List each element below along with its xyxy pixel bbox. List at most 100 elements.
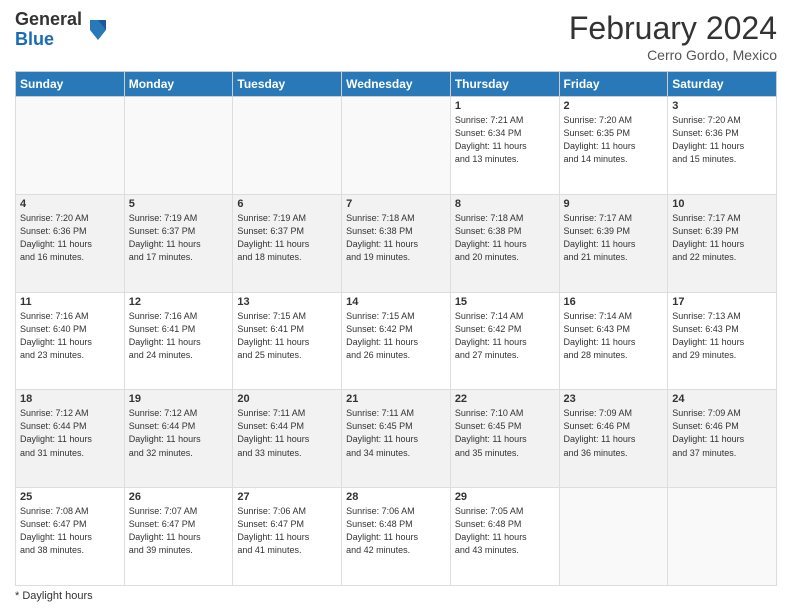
day-number: 17 (672, 296, 772, 308)
day-number: 4 (20, 198, 120, 210)
day-number: 21 (346, 393, 446, 405)
day-number: 29 (455, 491, 555, 503)
day-number: 24 (672, 393, 772, 405)
calendar-cell: 10 Sunrise: 7:17 AM Sunset: 6:39 PM Dayli… (668, 194, 777, 292)
day-info: Sunrise: 7:09 AM Sunset: 6:46 PM Dayligh… (564, 407, 664, 459)
calendar-cell: 8 Sunrise: 7:18 AM Sunset: 6:38 PM Daylig… (450, 194, 559, 292)
calendar-cell: 18Sunrise: 7:12 AM Sunset: 6:44 PM Dayli… (16, 390, 125, 488)
calendar-cell (342, 97, 451, 195)
calendar-cell: 17 Sunrise: 7:13 AM Sunset: 6:43 PM Dayli… (668, 292, 777, 390)
day-info: Sunrise: 7:17 AM Sunset: 6:39 PM Dayligh… (672, 212, 772, 264)
day-number: 9 (564, 198, 664, 210)
calendar-cell: 27Sunrise: 7:06 AM Sunset: 6:47 PM Dayli… (233, 488, 342, 586)
day-number: 7 (346, 198, 446, 210)
logo-general: General (15, 10, 82, 30)
day-info: Sunrise: 7:17 AM Sunset: 6:39 PM Dayligh… (564, 212, 664, 264)
day-info: Sunrise: 7:06 AM Sunset: 6:48 PM Dayligh… (346, 505, 446, 557)
day-info: Sunrise: 7:18 AM Sunset: 6:38 PM Dayligh… (455, 212, 555, 264)
day-info: Sunrise: 7:16 AM Sunset: 6:41 PM Dayligh… (129, 310, 229, 362)
calendar-cell (233, 97, 342, 195)
day-info: Sunrise: 7:14 AM Sunset: 6:43 PM Dayligh… (564, 310, 664, 362)
day-number: 23 (564, 393, 664, 405)
day-info: Sunrise: 7:20 AM Sunset: 6:36 PM Dayligh… (672, 114, 772, 166)
day-number: 20 (237, 393, 337, 405)
calendar-cell: 22 Sunrise: 7:10 AM Sunset: 6:45 PM Dayli… (450, 390, 559, 488)
col-header-saturday: Saturday (668, 72, 777, 97)
footer-note: * Daylight hours (15, 590, 777, 602)
day-number: 13 (237, 296, 337, 308)
footer-note-text: Daylight hours (22, 590, 92, 602)
day-number: 14 (346, 296, 446, 308)
calendar-cell: 26Sunrise: 7:07 AM Sunset: 6:47 PM Dayli… (124, 488, 233, 586)
col-header-wednesday: Wednesday (342, 72, 451, 97)
day-info: Sunrise: 7:12 AM Sunset: 6:44 PM Dayligh… (129, 407, 229, 459)
day-info: Sunrise: 7:10 AM Sunset: 6:45 PM Dayligh… (455, 407, 555, 459)
calendar-cell: 29 Sunrise: 7:05 AM Sunset: 6:48 PM Dayli… (450, 488, 559, 586)
calendar-cell (16, 97, 125, 195)
calendar-cell: 9 Sunrise: 7:17 AM Sunset: 6:39 PM Daylig… (559, 194, 668, 292)
calendar-cell: 5Sunrise: 7:19 AM Sunset: 6:37 PM Daylig… (124, 194, 233, 292)
header: General Blue February 2024 Cerro Gordo, … (15, 10, 777, 63)
col-header-thursday: Thursday (450, 72, 559, 97)
logo-icon (86, 16, 110, 44)
day-number: 3 (672, 100, 772, 112)
day-info: Sunrise: 7:19 AM Sunset: 6:37 PM Dayligh… (237, 212, 337, 264)
day-number: 8 (455, 198, 555, 210)
calendar-cell: 21 Sunrise: 7:11 AM Sunset: 6:45 PM Dayli… (342, 390, 451, 488)
calendar-cell: 28 Sunrise: 7:06 AM Sunset: 6:48 PM Dayli… (342, 488, 451, 586)
calendar-cell: 3 Sunrise: 7:20 AM Sunset: 6:36 PM Daylig… (668, 97, 777, 195)
calendar-cell: 14 Sunrise: 7:15 AM Sunset: 6:42 PM Dayli… (342, 292, 451, 390)
day-info: Sunrise: 7:11 AM Sunset: 6:44 PM Dayligh… (237, 407, 337, 459)
calendar-cell: 4 Sunrise: 7:20 AM Sunset: 6:36 PM Daylig… (16, 194, 125, 292)
day-number: 22 (455, 393, 555, 405)
col-header-tuesday: Tuesday (233, 72, 342, 97)
day-info: Sunrise: 7:20 AM Sunset: 6:35 PM Dayligh… (564, 114, 664, 166)
calendar-week-row: 4 Sunrise: 7:20 AM Sunset: 6:36 PM Daylig… (16, 194, 777, 292)
day-info: Sunrise: 7:06 AM Sunset: 6:47 PM Dayligh… (237, 505, 337, 557)
day-number: 25 (20, 491, 120, 503)
calendar-cell: 16 Sunrise: 7:14 AM Sunset: 6:43 PM Dayli… (559, 292, 668, 390)
day-info: Sunrise: 7:15 AM Sunset: 6:41 PM Dayligh… (237, 310, 337, 362)
day-number: 11 (20, 296, 120, 308)
page: General Blue February 2024 Cerro Gordo, … (0, 0, 792, 612)
calendar-cell: 7Sunrise: 7:18 AM Sunset: 6:38 PM Daylig… (342, 194, 451, 292)
day-number: 5 (129, 198, 229, 210)
day-number: 1 (455, 100, 555, 112)
calendar-cell (559, 488, 668, 586)
day-info: Sunrise: 7:05 AM Sunset: 6:48 PM Dayligh… (455, 505, 555, 557)
calendar-cell: 1Sunrise: 7:21 AM Sunset: 6:34 PM Daylig… (450, 97, 559, 195)
calendar-cell: 2Sunrise: 7:20 AM Sunset: 6:35 PM Daylig… (559, 97, 668, 195)
calendar-cell (668, 488, 777, 586)
calendar-cell: 13 Sunrise: 7:15 AM Sunset: 6:41 PM Dayli… (233, 292, 342, 390)
day-info: Sunrise: 7:08 AM Sunset: 6:47 PM Dayligh… (20, 505, 120, 557)
day-number: 10 (672, 198, 772, 210)
day-number: 15 (455, 296, 555, 308)
logo-blue: Blue (15, 30, 82, 50)
calendar-week-row: 1Sunrise: 7:21 AM Sunset: 6:34 PM Daylig… (16, 97, 777, 195)
calendar-cell: 20 Sunrise: 7:11 AM Sunset: 6:44 PM Dayli… (233, 390, 342, 488)
day-number: 28 (346, 491, 446, 503)
day-number: 16 (564, 296, 664, 308)
calendar-cell: 25 Sunrise: 7:08 AM Sunset: 6:47 PM Dayli… (16, 488, 125, 586)
calendar-cell: 11Sunrise: 7:16 AM Sunset: 6:40 PM Dayli… (16, 292, 125, 390)
day-info: Sunrise: 7:15 AM Sunset: 6:42 PM Dayligh… (346, 310, 446, 362)
col-header-friday: Friday (559, 72, 668, 97)
day-info: Sunrise: 7:11 AM Sunset: 6:45 PM Dayligh… (346, 407, 446, 459)
day-info: Sunrise: 7:09 AM Sunset: 6:46 PM Dayligh… (672, 407, 772, 459)
logo-text: General Blue (15, 10, 82, 50)
day-number: 19 (129, 393, 229, 405)
day-number: 18 (20, 393, 120, 405)
calendar-cell: 15 Sunrise: 7:14 AM Sunset: 6:42 PM Dayli… (450, 292, 559, 390)
calendar-cell: 6 Sunrise: 7:19 AM Sunset: 6:37 PM Daylig… (233, 194, 342, 292)
day-number: 12 (129, 296, 229, 308)
day-info: Sunrise: 7:20 AM Sunset: 6:36 PM Dayligh… (20, 212, 120, 264)
calendar-table: SundayMondayTuesdayWednesdayThursdayFrid… (15, 71, 777, 586)
day-number: 6 (237, 198, 337, 210)
month-title: February 2024 (569, 10, 777, 47)
day-info: Sunrise: 7:14 AM Sunset: 6:42 PM Dayligh… (455, 310, 555, 362)
calendar-cell (124, 97, 233, 195)
day-info: Sunrise: 7:13 AM Sunset: 6:43 PM Dayligh… (672, 310, 772, 362)
calendar-cell: 19 Sunrise: 7:12 AM Sunset: 6:44 PM Dayli… (124, 390, 233, 488)
logo: General Blue (15, 10, 110, 50)
calendar-cell: 23 Sunrise: 7:09 AM Sunset: 6:46 PM Dayli… (559, 390, 668, 488)
